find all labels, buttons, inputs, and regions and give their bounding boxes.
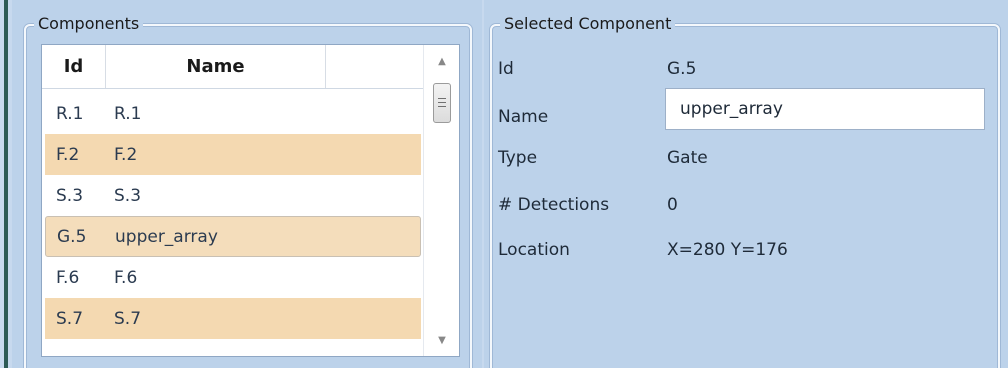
column-header-filler [326,45,424,88]
type-value: Gate [667,148,708,168]
grip-line [438,102,446,103]
list-item-name: F.2 [114,144,138,165]
name-label: Name [498,107,549,127]
detections-value: 0 [667,195,678,215]
list-rows: R.1 R.1 F.2 F.2 S.3 S.3 G.5 upper_array F.6 F.6 S.… [45,93,421,339]
list-item-name: S.3 [114,185,142,206]
detail-location: Location X=280 Y=176 [498,238,788,262]
list-item[interactable]: S.7 S.7 [45,298,421,339]
id-value: G.5 [667,59,697,79]
id-label: Id [498,59,514,79]
list-item-name: upper_array [115,226,218,247]
list-item-id: R.1 [56,103,84,124]
name-field[interactable] [665,88,985,130]
list-item-name: S.7 [114,308,142,329]
list-item[interactable]: F.2 F.2 [45,134,421,175]
list-item-id: S.3 [56,185,84,206]
selected-title: Selected Component [500,13,676,35]
list-item-id: F.6 [56,267,80,288]
triangle-up-icon[interactable]: ▲ [424,51,459,73]
detail-id: Id G.5 [498,57,696,81]
list-item[interactable]: S.3 S.3 [45,175,421,216]
grip-line [438,98,446,99]
column-header-name[interactable]: Name [106,45,326,88]
list-item-id: S.7 [56,308,84,329]
left-edge [0,0,10,368]
detail-type: Type Gate [498,146,708,170]
scroll-thumb[interactable] [433,83,451,123]
column-header-id[interactable]: Id [42,45,106,88]
list-item[interactable]: F.6 F.6 [45,257,421,298]
components-title: Components [34,13,144,35]
components-list[interactable]: Id Name R.1 R.1 F.2 F.2 S.3 S.3 G.5 upper_array… [41,44,460,357]
list-item-name: F.6 [114,267,138,288]
detections-label: # Detections [498,195,610,215]
grip-line [438,106,446,107]
location-value: X=280 Y=176 [667,240,788,260]
vertical-scrollbar[interactable]: ▲ ▼ [423,45,459,356]
list-item[interactable]: G.5 upper_array [45,216,421,257]
triangle-down-icon[interactable]: ▼ [424,330,459,352]
list-item-name: R.1 [114,103,142,124]
list-header: Id Name [42,45,424,89]
list-item[interactable]: R.1 R.1 [45,93,421,134]
left-splitter[interactable] [4,0,8,368]
detail-detections: # Detections 0 [498,193,678,217]
detail-name: Name [498,105,667,129]
list-item-id: F.2 [56,144,80,165]
list-item-id: G.5 [57,226,87,247]
type-label: Type [498,148,538,168]
location-label: Location [498,240,570,260]
